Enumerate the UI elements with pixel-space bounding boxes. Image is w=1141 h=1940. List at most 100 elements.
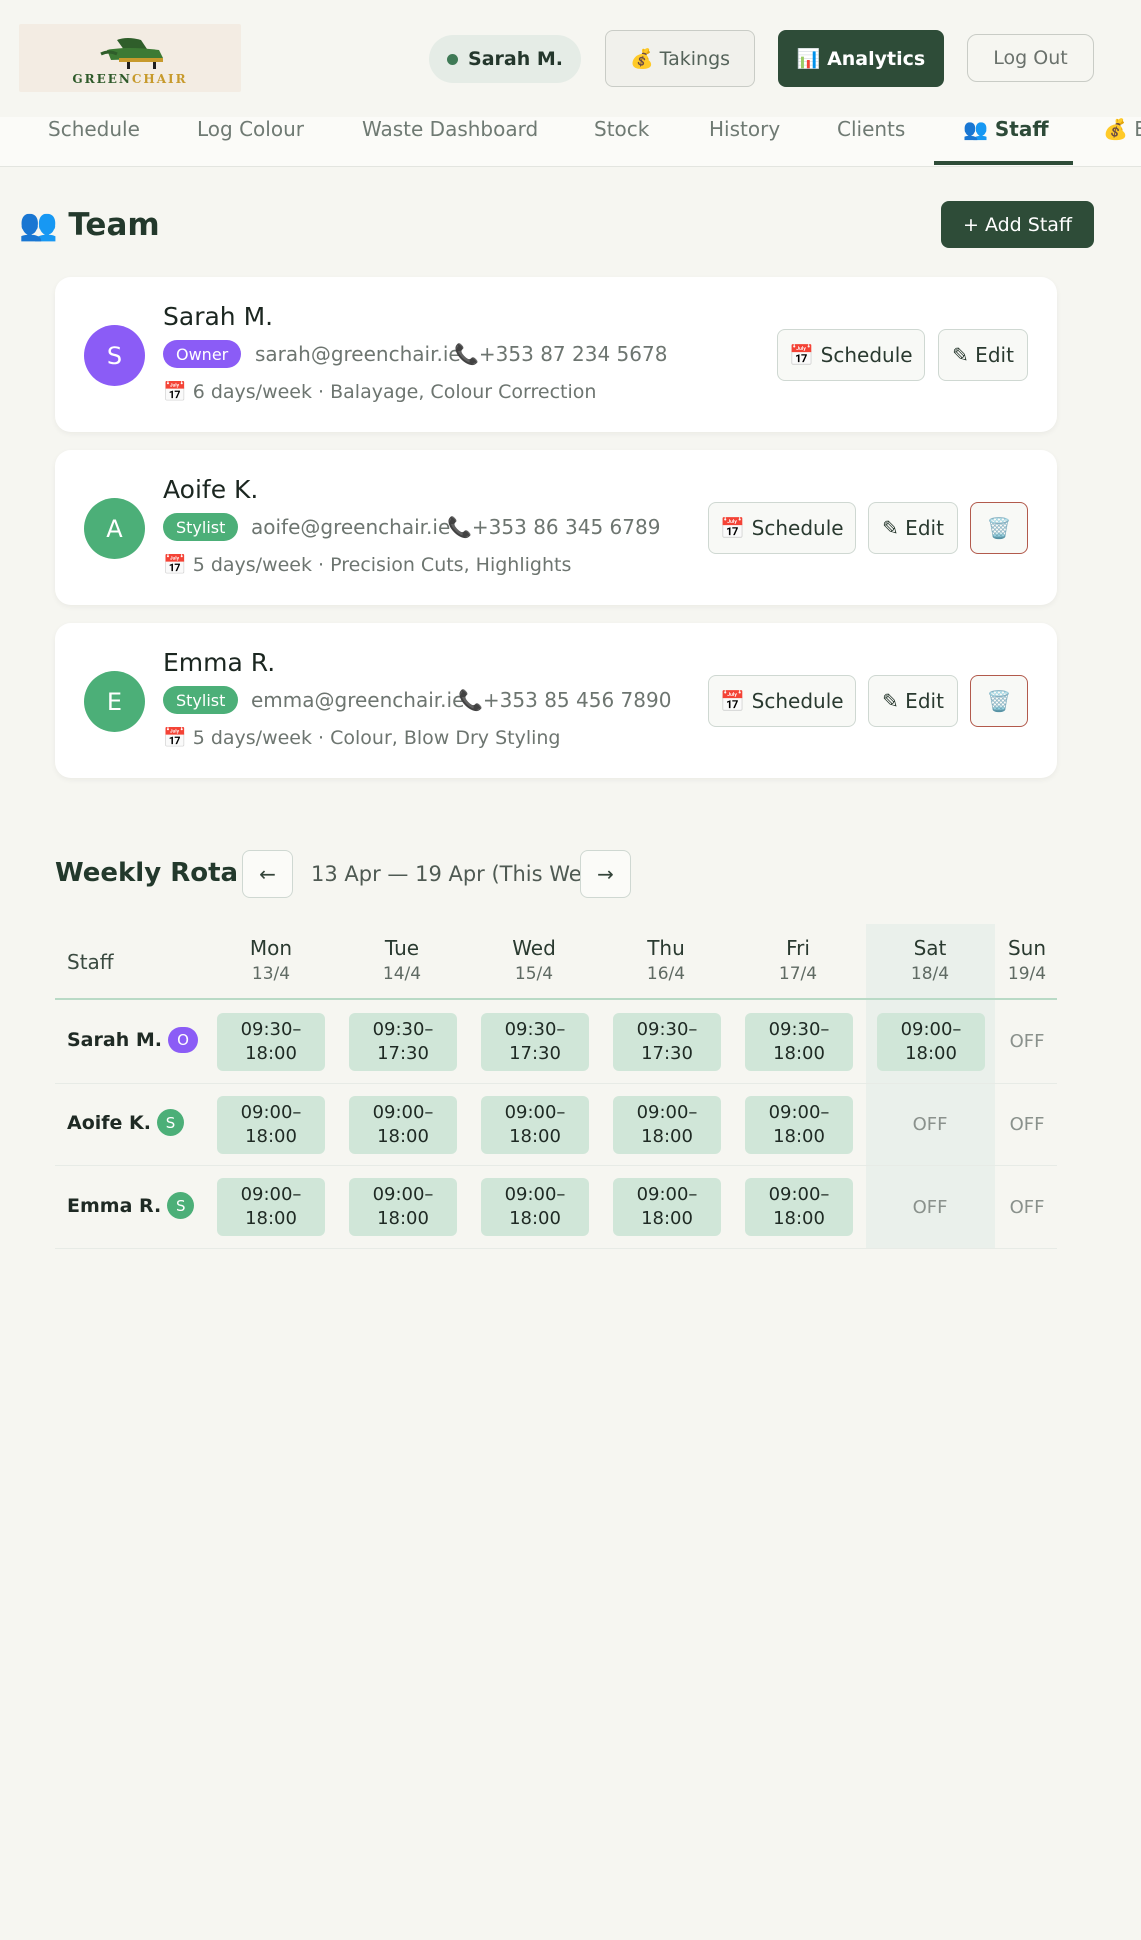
- logo-wordmark: GREENCHAIR: [72, 72, 188, 86]
- shift-cell[interactable]: 09:00– 18:00: [613, 1096, 721, 1154]
- next-week-button[interactable]: →: [580, 850, 631, 898]
- shift-cell[interactable]: 09:00– 18:00: [745, 1096, 853, 1154]
- role-badge: Owner: [163, 340, 242, 368]
- current-user-name: Sarah M.: [468, 48, 563, 70]
- off-cell[interactable]: OFF: [900, 1197, 960, 1218]
- delete-button[interactable]: 🗑️: [970, 675, 1028, 727]
- app-header: GREENCHAIR Sarah M. 💰 Takings 📊 Analytic…: [0, 0, 1141, 117]
- tab-clients[interactable]: Clients: [837, 117, 905, 167]
- staff-name: Emma R.: [163, 648, 276, 677]
- off-cell[interactable]: OFF: [900, 1114, 960, 1135]
- column-header-day: Sat 18/4: [875, 936, 985, 984]
- tab-staff[interactable]: 👥 Staff: [963, 117, 1049, 167]
- shift-cell[interactable]: 09:00– 18:00: [613, 1178, 721, 1236]
- row-divider: [55, 1083, 1057, 1084]
- rota-staff-label: Emma R.: [67, 1194, 162, 1217]
- role-initial-badge: O: [167, 1027, 198, 1053]
- column-header-day: Tue 14/4: [347, 936, 457, 984]
- rota-staff-name: Emma R. S: [67, 1192, 195, 1219]
- online-status-icon: [447, 53, 459, 65]
- column-header-day: Mon 13/4: [216, 936, 326, 984]
- day-date: 17/4: [778, 964, 818, 984]
- column-header-day: Sun 19/4: [972, 936, 1082, 984]
- edit-button[interactable]: ✎ Edit: [868, 675, 958, 727]
- staff-phone: 📞+353 85 456 7890: [458, 688, 672, 712]
- role-initial-badge: S: [167, 1192, 195, 1219]
- staff-email: emma@greenchair.ie: [251, 688, 465, 712]
- day-date: 13/4: [251, 964, 291, 984]
- role-badge: Stylist: [163, 513, 239, 541]
- weekly-rota-heading: Weekly Rota: [55, 858, 239, 888]
- day-name: Tue: [384, 936, 420, 960]
- shift-cell[interactable]: 09:30– 18:00: [217, 1013, 325, 1071]
- staff-email: sarah@greenchair.ie: [255, 342, 461, 366]
- delete-button[interactable]: 🗑️: [970, 502, 1028, 554]
- day-name: Thu: [647, 936, 685, 960]
- off-cell[interactable]: OFF: [997, 1031, 1057, 1052]
- main-nav: Schedule Log Colour Waste Dashboard Stoc…: [0, 117, 1141, 167]
- day-name: Mon: [249, 936, 293, 960]
- staff-meta: 📅 5 days/week · Precision Cuts, Highligh…: [163, 554, 572, 576]
- edit-button[interactable]: ✎ Edit: [938, 329, 1028, 381]
- off-cell[interactable]: OFF: [997, 1114, 1057, 1135]
- edit-button[interactable]: ✎ Edit: [868, 502, 958, 554]
- tab-log-colour[interactable]: Log Colour: [197, 117, 304, 167]
- week-range-label: 13 Apr — 19 Apr (This Week): [311, 862, 615, 886]
- avatar: S: [84, 325, 145, 386]
- day-date: 15/4: [514, 964, 554, 984]
- day-name: Sat: [913, 936, 947, 960]
- shift-cell[interactable]: 09:00– 18:00: [349, 1178, 457, 1236]
- schedule-button[interactable]: 📅 Schedule: [708, 502, 856, 554]
- shift-cell[interactable]: 09:30– 18:00: [745, 1013, 853, 1071]
- column-header-day: Thu 16/4: [611, 936, 721, 984]
- rota-staff-label: Aoife K.: [67, 1111, 151, 1134]
- shift-cell[interactable]: 09:00– 18:00: [217, 1178, 325, 1236]
- trash-icon: 🗑️: [986, 516, 1012, 540]
- takings-button[interactable]: 💰 Takings: [605, 30, 755, 87]
- shift-cell[interactable]: 09:00– 18:00: [877, 1013, 985, 1071]
- logout-button[interactable]: Log Out: [967, 34, 1094, 82]
- staff-card: S Sarah M. Owner sarah@greenchair.ie 📞+3…: [55, 277, 1057, 432]
- shift-cell[interactable]: 09:00– 18:00: [481, 1178, 589, 1236]
- column-header-staff: Staff: [67, 950, 114, 974]
- staff-card: E Emma R. Stylist emma@greenchair.ie 📞+3…: [55, 623, 1057, 778]
- chair-logo-icon: [100, 38, 163, 69]
- analytics-button[interactable]: 📊 Analytics: [778, 30, 944, 87]
- table-header-divider: [55, 998, 1057, 1000]
- team-heading: 👥 Team: [19, 207, 160, 243]
- staff-card: A Aoife K. Stylist aoife@greenchair.ie 📞…: [55, 450, 1057, 605]
- shift-cell[interactable]: 09:00– 18:00: [481, 1096, 589, 1154]
- trash-icon: 🗑️: [986, 689, 1012, 713]
- active-tab-indicator: [934, 161, 1073, 165]
- schedule-button[interactable]: 📅 Schedule: [708, 675, 856, 727]
- staff-meta: 📅 6 days/week · Balayage, Colour Correct…: [163, 381, 597, 403]
- avatar: E: [84, 671, 145, 732]
- staff-name: Aoife K.: [163, 475, 259, 504]
- greenchair-logo[interactable]: GREENCHAIR: [19, 24, 241, 92]
- column-header-day: Fri 17/4: [743, 936, 853, 984]
- prev-week-button[interactable]: ←: [242, 850, 293, 898]
- off-cell[interactable]: OFF: [997, 1197, 1057, 1218]
- tab-waste-dashboard[interactable]: Waste Dashboard: [362, 117, 538, 167]
- column-header-day: Wed 15/4: [479, 936, 589, 984]
- shift-cell[interactable]: 09:30– 17:30: [481, 1013, 589, 1071]
- role-badge: Stylist: [163, 686, 239, 714]
- shift-cell[interactable]: 09:00– 18:00: [349, 1096, 457, 1154]
- shift-cell[interactable]: 09:00– 18:00: [217, 1096, 325, 1154]
- tab-stock[interactable]: Stock: [594, 117, 649, 167]
- staff-phone: 📞+353 87 234 5678: [454, 342, 668, 366]
- tab-history[interactable]: History: [709, 117, 780, 167]
- staff-meta: 📅 5 days/week · Colour, Blow Dry Styling: [163, 727, 561, 749]
- row-divider: [55, 1165, 1057, 1166]
- day-date: 14/4: [382, 964, 422, 984]
- shift-cell[interactable]: 09:00– 18:00: [745, 1178, 853, 1236]
- day-name: Wed: [512, 936, 556, 960]
- add-staff-button[interactable]: + Add Staff: [941, 201, 1094, 248]
- day-date: 18/4: [910, 964, 950, 984]
- schedule-button[interactable]: 📅 Schedule: [777, 329, 925, 381]
- shift-cell[interactable]: 09:30– 17:30: [613, 1013, 721, 1071]
- tab-expenses[interactable]: 💰 E: [1103, 117, 1141, 167]
- tab-schedule[interactable]: Schedule: [48, 117, 140, 167]
- shift-cell[interactable]: 09:30– 17:30: [349, 1013, 457, 1071]
- staff-email: aoife@greenchair.ie: [251, 515, 451, 539]
